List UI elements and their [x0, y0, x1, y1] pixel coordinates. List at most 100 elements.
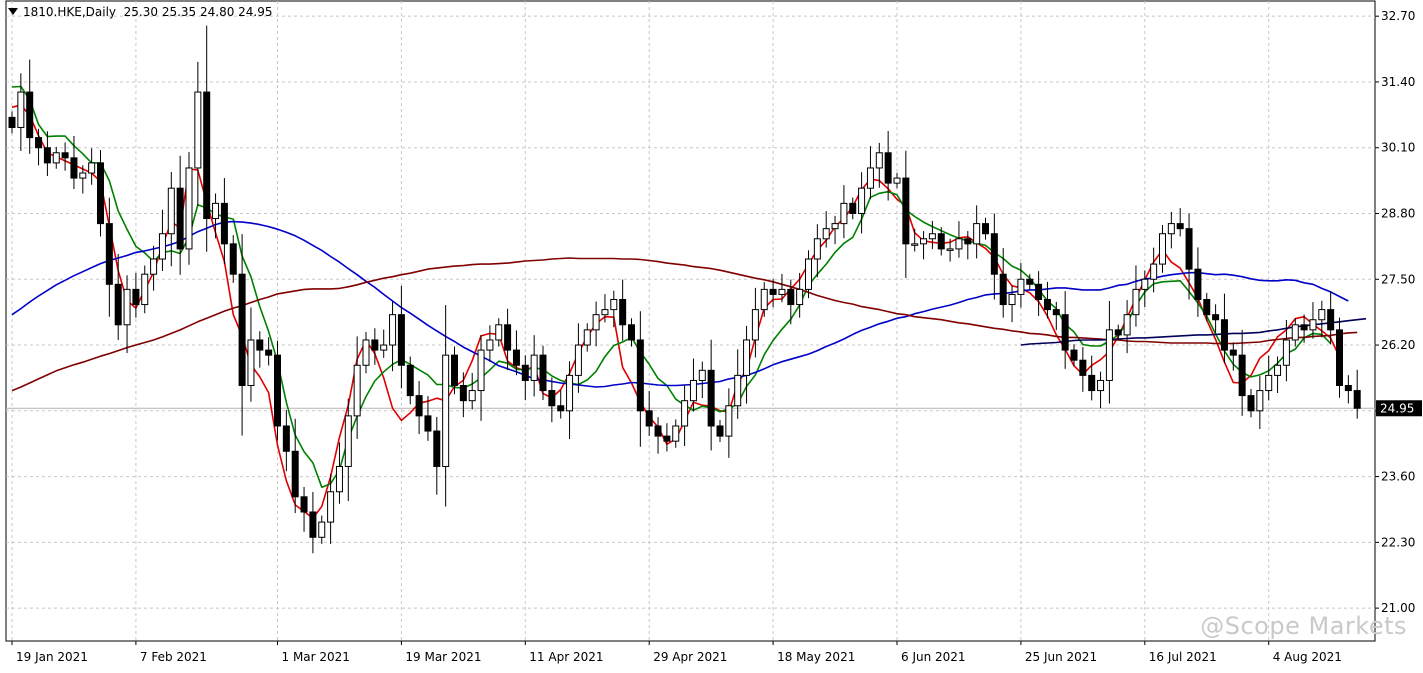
candle-bear [884, 152, 892, 184]
candle-bull [1265, 374, 1273, 392]
candle-bull [681, 400, 689, 427]
candle-bear [433, 430, 441, 467]
candle-bull [751, 309, 759, 341]
candle-bull [167, 187, 175, 235]
candle-bear [1088, 374, 1096, 392]
candle-bull [822, 228, 830, 240]
symbol-label: 1810.HKE,Daily [23, 5, 117, 19]
moving-average-layer [11, 85, 1367, 519]
y-tick-label: 22.30 [1381, 535, 1415, 549]
candle-bull [141, 273, 149, 306]
candle-bull [530, 354, 538, 381]
candle-bull [1123, 314, 1131, 336]
ma-series-line [11, 104, 1341, 519]
candle-bear [707, 369, 715, 427]
candle-bull [955, 238, 963, 250]
candle-bear [424, 415, 432, 432]
candle-bull [1132, 288, 1140, 316]
candle-bear [1203, 298, 1211, 316]
candle-bear [43, 147, 51, 164]
candle-bear [1026, 278, 1034, 285]
candle-bear [1061, 314, 1069, 351]
y-tick-label: 26.20 [1381, 338, 1415, 352]
candle-bull [79, 172, 87, 179]
candle-bear [1220, 319, 1228, 351]
candle-bear [8, 116, 16, 128]
ma-series-line [11, 220, 1349, 388]
candle-bear [628, 324, 635, 341]
candle-bull [1008, 293, 1016, 306]
candle-layer [8, 25, 1361, 554]
candle-bull [601, 309, 609, 316]
candle-bear [1185, 228, 1193, 270]
candle-bull [495, 324, 503, 341]
candle-bear [229, 243, 237, 275]
candle-bear [220, 202, 228, 245]
candle-bear [451, 354, 458, 387]
candle-bull [1282, 339, 1290, 366]
candle-bull [380, 344, 388, 351]
candle-bear [849, 202, 857, 214]
candle-bull [946, 248, 954, 251]
candle-bull [52, 152, 60, 164]
chart-svg: 32.7031.4030.1028.8027.5026.2024.9023.60… [5, 0, 1422, 664]
candle-bear [35, 137, 43, 149]
candle-bull [1097, 379, 1105, 392]
candle-bull [158, 233, 166, 260]
x-tick-label: 4 Aug 2021 [1273, 650, 1342, 664]
x-tick-label: 19 Mar 2021 [405, 650, 481, 664]
candle-bear [1176, 223, 1184, 230]
candle-bear [291, 450, 299, 498]
candle-bear [1247, 395, 1255, 412]
candle-bull [796, 288, 804, 306]
candle-bear [1114, 329, 1122, 336]
ohlc-values: 25.30 25.35 24.80 24.95 [123, 5, 273, 19]
candle-bear [459, 385, 467, 402]
candle-bull [831, 223, 839, 230]
y-tick-label: 31.40 [1381, 75, 1415, 89]
candle-bull [1017, 278, 1025, 295]
candle-bear [1300, 324, 1308, 331]
y-tick-label: 27.50 [1381, 272, 1415, 286]
candle-bear [504, 324, 512, 351]
x-tick-label: 25 Jun 2021 [1025, 650, 1097, 664]
candle-bear [26, 91, 34, 139]
candle-bear [787, 288, 795, 306]
candle-bear [1035, 283, 1043, 300]
candle-bear [663, 435, 671, 442]
candle-bull [973, 223, 981, 245]
candle-bear [1336, 329, 1343, 387]
candle-bull [353, 364, 361, 417]
dropdown-triangle-icon[interactable] [8, 8, 18, 15]
candle-bull [1141, 278, 1149, 290]
candle-bear [1070, 349, 1078, 361]
candle-bull [1291, 324, 1299, 341]
candle-bear [415, 395, 423, 417]
candle-bear [512, 349, 520, 366]
candle-bear [105, 223, 113, 285]
candle-bull [362, 339, 370, 366]
candle-bull [1318, 309, 1326, 321]
candle-bear [539, 354, 547, 392]
y-tick-label: 28.80 [1381, 206, 1415, 220]
candle-bear [238, 273, 246, 387]
candle-bear [1194, 268, 1202, 300]
candle-bull [725, 405, 733, 437]
candle-bear [256, 339, 264, 351]
candle-bull [1159, 233, 1166, 265]
candle-bear [654, 425, 662, 437]
axis-layer: 32.7031.4030.1028.8027.5026.2024.9023.60… [11, 9, 1422, 664]
candle-bull [389, 314, 397, 346]
candle-bear [309, 511, 317, 538]
candle-bear [265, 349, 273, 356]
candle-bull [920, 238, 928, 245]
candle-bull [1256, 390, 1264, 412]
candle-bull [468, 390, 476, 402]
candle-bull [1167, 223, 1175, 235]
candle-bear [964, 238, 972, 245]
candle-bear [982, 223, 989, 235]
chart-header: 1810.HKE,Daily 25.30 25.35 24.80 24.95 [8, 5, 273, 19]
candle-bear [937, 233, 945, 250]
candle-bear [300, 496, 308, 513]
x-tick-label: 19 Jan 2021 [16, 650, 88, 664]
